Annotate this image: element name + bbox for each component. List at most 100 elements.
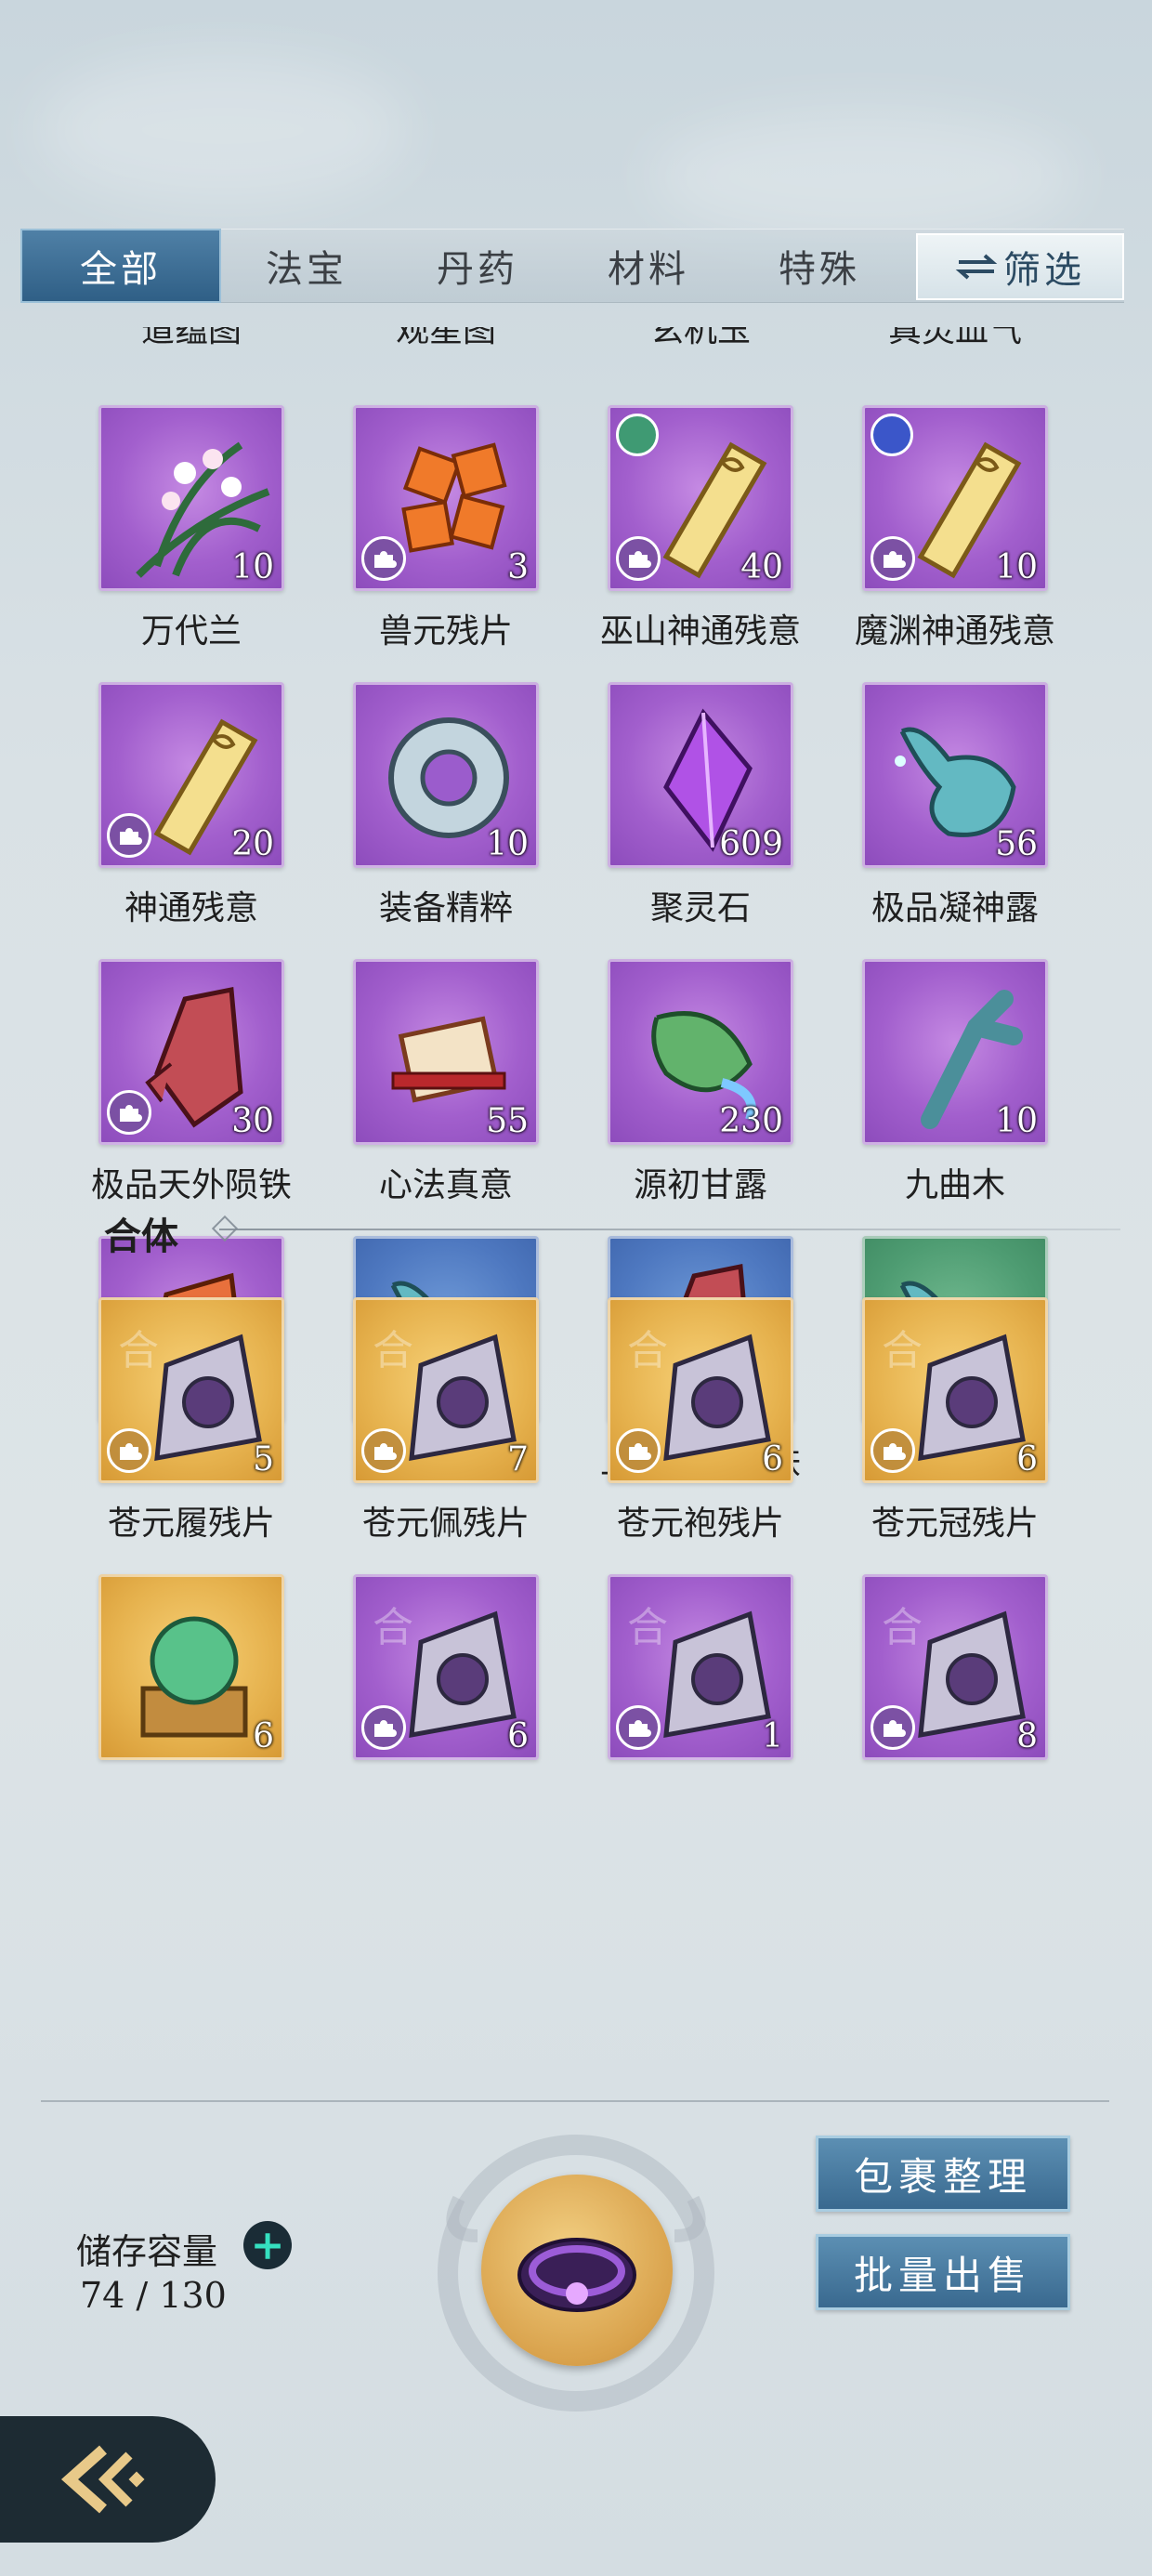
inventory-item[interactable]: 合 6 苍元袍残片 xyxy=(608,1297,793,1544)
inventory-item[interactable]: 合 8 xyxy=(862,1574,1048,1760)
item-tile: 6 xyxy=(98,1574,284,1760)
item-count: 6 xyxy=(762,1440,783,1479)
expand-storage-plus-icon[interactable]: + xyxy=(243,2221,292,2269)
item-tile: 20 xyxy=(98,682,284,868)
fragment-puzzle-icon xyxy=(616,1705,661,1750)
back-button[interactable] xyxy=(0,2416,216,2543)
fragment-puzzle-icon xyxy=(616,1428,661,1473)
fragment-puzzle-icon xyxy=(107,1428,151,1473)
green-sect-icon xyxy=(616,414,659,456)
item-count: 10 xyxy=(995,1102,1038,1140)
filter-button[interactable]: 筛选 xyxy=(916,233,1124,300)
inventory-item[interactable]: 6 xyxy=(98,1574,284,1760)
item-tile: 10 xyxy=(353,682,539,868)
inventory-item[interactable]: 3 兽元残片 xyxy=(353,405,539,652)
item-name: 九曲木 xyxy=(904,1166,1005,1204)
inventory-item[interactable]: 20 神通残意 xyxy=(98,682,284,929)
inventory-item[interactable]: 230 源初甘露 xyxy=(608,959,793,1206)
item-count: 7 xyxy=(507,1440,529,1479)
item-name: 巫山神通残意 xyxy=(599,612,801,651)
item-tile: 合 5 xyxy=(98,1297,284,1483)
inventory-item[interactable]: 10 装备精粹 xyxy=(353,682,539,929)
item-count: 1 xyxy=(762,1717,783,1755)
section-title-heti: 合体 xyxy=(104,1215,178,1258)
section-divider-line xyxy=(219,1229,1120,1230)
fragment-puzzle-icon xyxy=(616,536,661,581)
item-count: 40 xyxy=(740,548,783,586)
item-count: 20 xyxy=(231,825,274,863)
inventory-item[interactable]: 30 极品天外陨铁 xyxy=(91,959,292,1206)
tab-materials[interactable]: 材料 xyxy=(563,229,734,303)
item-tile: 10 xyxy=(862,405,1048,591)
bottom-divider xyxy=(41,2100,1109,2102)
item-count: 10 xyxy=(231,548,274,586)
item-tile: 609 xyxy=(608,682,793,868)
inventory-item[interactable]: 56 极品凝神露 xyxy=(862,682,1048,929)
inventory-item[interactable]: 合 6 xyxy=(353,1574,539,1760)
equipped-item-orb[interactable] xyxy=(481,2175,673,2366)
inventory-item[interactable]: 40 巫山神通残意 xyxy=(600,405,801,652)
item-count: 6 xyxy=(1016,1440,1038,1479)
inventory-item[interactable]: 合 1 xyxy=(608,1574,793,1760)
blue-demon-icon xyxy=(871,414,913,456)
item-tile: 合 6 xyxy=(608,1297,793,1483)
back-arrow-icon xyxy=(60,2445,145,2514)
fragment-puzzle-icon xyxy=(871,1705,915,1750)
item-name: 聚灵石 xyxy=(649,889,751,927)
inventory-item[interactable]: 合 5 苍元履残片 xyxy=(98,1297,284,1544)
category-tab-bar: 全部 法宝 丹药 材料 特殊 筛选 xyxy=(20,229,1124,303)
item-count: 56 xyxy=(995,825,1038,863)
inventory-grid: 道蕴图 观星图 玄机玉 真灵血气 10 万代兰 3 兽元残片 40 巫山神通残意 10… xyxy=(0,307,1152,2072)
purple-belt-icon xyxy=(517,2238,636,2312)
storage-label: 储存容量 xyxy=(76,2231,218,2272)
item-count: 6 xyxy=(253,1717,274,1755)
item-tile: 40 xyxy=(608,405,793,591)
partial-item-label: 道蕴图 xyxy=(140,327,242,349)
item-count: 230 xyxy=(719,1102,783,1140)
item-name: 心法真意 xyxy=(378,1166,513,1204)
item-tile: 合 7 xyxy=(353,1297,539,1483)
filter-label: 筛选 xyxy=(1003,249,1085,292)
item-tile: 230 xyxy=(608,959,793,1145)
item-tile: 合 1 xyxy=(608,1574,793,1760)
item-name: 苍元冠残片 xyxy=(871,1505,1039,1543)
inventory-item[interactable]: 合 7 苍元佩残片 xyxy=(353,1297,539,1544)
item-count: 30 xyxy=(231,1102,274,1140)
inventory-item[interactable]: 10 九曲木 xyxy=(862,959,1048,1206)
item-count: 10 xyxy=(995,548,1038,586)
storage-value: 74 / 130 xyxy=(80,2275,227,2316)
partial-item-label: 观星图 xyxy=(395,327,496,349)
item-name: 极品天外陨铁 xyxy=(90,1166,292,1204)
item-name: 装备精粹 xyxy=(378,889,513,927)
item-name: 极品凝神露 xyxy=(871,889,1039,927)
batch-sell-button[interactable]: 批量出售 xyxy=(816,2234,1070,2310)
inventory-item[interactable]: 10 万代兰 xyxy=(98,405,284,652)
item-tile: 30 xyxy=(98,959,284,1145)
item-count: 609 xyxy=(719,825,783,863)
fragment-puzzle-icon xyxy=(361,536,406,581)
inventory-item[interactable]: 609 聚灵石 xyxy=(608,682,793,929)
partial-item-label: 玄机玉 xyxy=(649,327,751,349)
fragment-puzzle-icon xyxy=(871,536,915,581)
tab-treasure[interactable]: 法宝 xyxy=(221,229,392,303)
tab-pills[interactable]: 丹药 xyxy=(392,229,563,303)
fragment-puzzle-icon xyxy=(107,1090,151,1135)
item-count: 6 xyxy=(507,1717,529,1755)
partial-item-label: 真灵血气 xyxy=(887,327,1022,349)
item-count: 10 xyxy=(486,825,529,863)
inventory-item[interactable]: 55 心法真意 xyxy=(353,959,539,1206)
fragment-puzzle-icon xyxy=(361,1705,406,1750)
inventory-item[interactable]: 合 6 苍元冠残片 xyxy=(862,1297,1048,1544)
inventory-item[interactable]: 10 魔渊神通残意 xyxy=(855,405,1055,652)
tab-special[interactable]: 特殊 xyxy=(734,229,905,303)
item-tile: 合 6 xyxy=(353,1574,539,1760)
fragment-puzzle-icon xyxy=(871,1428,915,1473)
sort-bag-button[interactable]: 包裹整理 xyxy=(816,2136,1070,2212)
item-count: 3 xyxy=(507,548,529,586)
item-count: 55 xyxy=(486,1102,529,1140)
swap-arrows-icon xyxy=(955,254,998,280)
fragment-puzzle-icon xyxy=(361,1428,406,1473)
tab-all[interactable]: 全部 xyxy=(20,229,221,303)
item-name: 兽元残片 xyxy=(378,612,513,651)
item-name: 苍元袍残片 xyxy=(616,1505,784,1543)
